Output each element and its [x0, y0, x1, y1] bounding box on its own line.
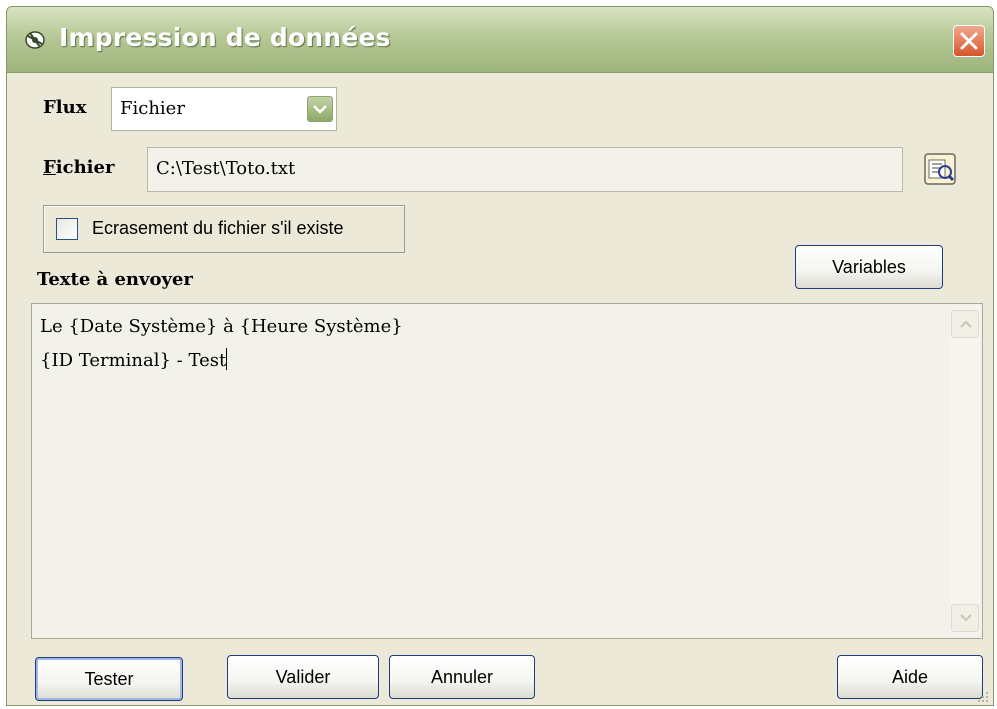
close-icon — [960, 32, 978, 50]
scroll-up-button[interactable] — [951, 310, 979, 338]
chevron-up-icon — [960, 320, 972, 328]
window-title: Impression de données — [59, 23, 391, 52]
close-button[interactable] — [953, 25, 985, 57]
resize-grip-icon[interactable] — [975, 689, 989, 703]
text-line: Le {Date Système} à {Heure Système} — [40, 316, 403, 337]
text-caret — [226, 348, 228, 370]
aide-button[interactable]: Aide — [837, 655, 983, 699]
flux-selected-value: Fichier — [120, 98, 185, 119]
annuler-button[interactable]: Annuler — [389, 655, 535, 699]
vertical-scrollbar[interactable] — [950, 306, 980, 636]
text-line-with-caret: {ID Terminal} - Test — [40, 348, 228, 371]
overwrite-option[interactable]: Ecrasement du fichier s'il existe — [43, 205, 405, 253]
fichier-path-field[interactable]: C:\Test\Toto.txt — [147, 147, 903, 192]
chevron-down-icon — [313, 105, 327, 114]
text-to-send-area[interactable]: Le {Date Système} à {Heure Système} {ID … — [31, 303, 983, 639]
dialog-window: Impression de données Flux Fichier Fichi… — [6, 6, 994, 706]
text-line: {ID Terminal} - Test — [40, 350, 227, 371]
variables-button[interactable]: Variables — [795, 245, 943, 289]
title-bar[interactable]: Impression de données — [7, 7, 993, 73]
valider-button[interactable]: Valider — [227, 655, 379, 699]
overwrite-checkbox[interactable] — [56, 218, 78, 240]
fichier-label: Fichier — [43, 157, 114, 178]
tester-button[interactable]: Tester — [35, 657, 183, 701]
flux-label: Flux — [43, 97, 87, 118]
chevron-down-icon — [960, 614, 972, 622]
scroll-down-button[interactable] — [951, 604, 979, 632]
browse-file-icon[interactable] — [923, 152, 957, 186]
fichier-label-rest: ichier — [55, 157, 115, 178]
satellite-icon — [23, 29, 47, 51]
flux-select[interactable]: Fichier — [111, 87, 337, 131]
flux-dropdown-button[interactable] — [307, 96, 333, 122]
text-to-send-label: Texte à envoyer — [37, 269, 193, 290]
overwrite-label: Ecrasement du fichier s'il existe — [92, 218, 344, 238]
fichier-label-accesskey: F — [43, 157, 56, 178]
